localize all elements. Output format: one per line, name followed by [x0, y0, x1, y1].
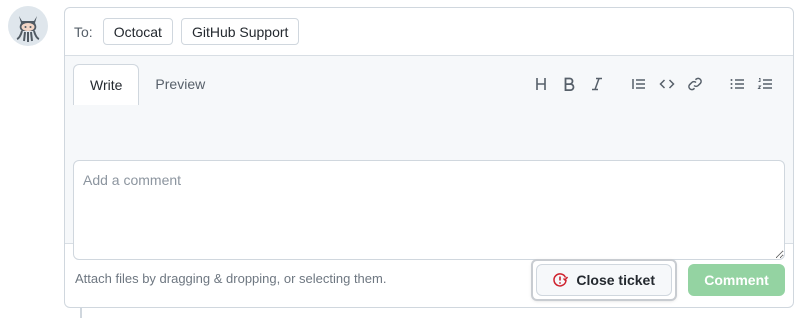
close-ticket-highlight: Close ticket [533, 261, 675, 299]
numbered-list-icon[interactable] [751, 70, 779, 98]
recipients-row: To: Octocat GitHub Support [65, 8, 793, 56]
recipient-chip-octocat[interactable]: Octocat [102, 18, 173, 45]
code-icon[interactable] [653, 70, 681, 98]
issue-closed-icon [553, 273, 569, 287]
avatar[interactable] [8, 6, 48, 46]
close-ticket-label: Close ticket [576, 272, 655, 288]
heading-icon[interactable] [527, 70, 555, 98]
close-ticket-button[interactable]: Close ticket [536, 264, 672, 296]
tab-preview[interactable]: Preview [139, 64, 221, 104]
attach-files-hint[interactable]: Attach files by dragging & dropping, or … [75, 271, 386, 286]
new-comment-form: To: Octocat GitHub Support Write Preview [64, 7, 794, 308]
comment-editor: Write Preview Add a comment Attach files… [65, 56, 793, 286]
bold-icon[interactable] [555, 70, 583, 98]
link-icon[interactable] [681, 70, 709, 98]
editor-tabs: Write Preview [73, 64, 221, 105]
comment-textarea[interactable] [73, 160, 785, 260]
italic-icon[interactable] [583, 70, 611, 98]
quote-icon[interactable] [625, 70, 653, 98]
to-label: To: [74, 23, 93, 40]
recipient-chip-github-support[interactable]: GitHub Support [180, 18, 300, 45]
octocat-icon [8, 6, 48, 46]
form-actions: Close ticket Comment [533, 261, 785, 299]
tab-write[interactable]: Write [73, 64, 140, 105]
formatting-toolbar [527, 70, 779, 98]
comment-area [73, 160, 785, 260]
bulleted-list-icon[interactable] [723, 70, 751, 98]
comment-button[interactable]: Comment [688, 264, 785, 296]
